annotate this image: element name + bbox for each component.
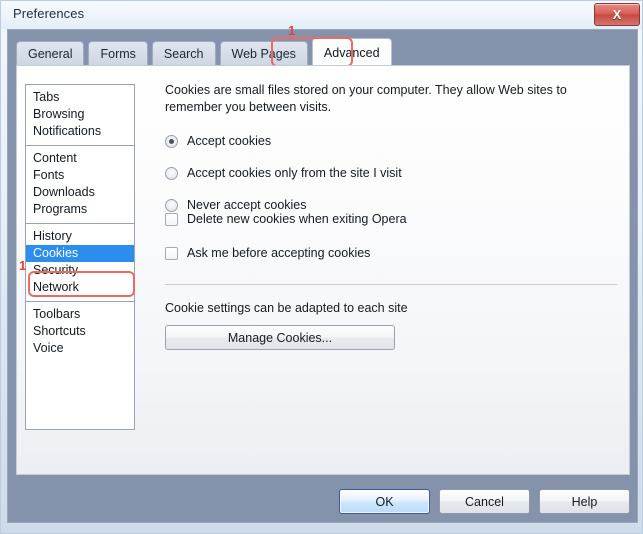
sidebar-item-security[interactable]: Security [26,262,134,279]
sidebar-group-4: Toolbars Shortcuts Voice [26,301,134,362]
cookies-settings-pane: Cookies are small files stored on your c… [165,82,617,116]
radio-accept-cookies-icon[interactable] [165,135,178,148]
window-title: Preferences [13,6,84,21]
sidebar-item-shortcuts[interactable]: Shortcuts [26,323,134,340]
cancel-button[interactable]: Cancel [439,489,530,514]
cookie-options-checkbox-group: Delete new cookies when exiting Opera As… [165,210,407,278]
radio-row-accept-cookies-site-only[interactable]: Accept cookies only from the site I visi… [165,164,402,182]
radio-accept-cookies-site-only-label: Accept cookies only from the site I visi… [187,166,402,180]
sidebar-item-programs[interactable]: Programs [26,201,134,218]
tab-forms[interactable]: Forms [88,41,147,66]
close-icon[interactable]: X [594,3,640,26]
sidebar-group-2: Content Fonts Downloads Programs [26,145,134,223]
sidebar-item-tabs[interactable]: Tabs [26,89,134,106]
sidebar-item-voice[interactable]: Voice [26,340,134,357]
per-site-settings-description: Cookie settings can be adapted to each s… [165,301,408,315]
radio-accept-cookies-label: Accept cookies [187,134,271,148]
help-button[interactable]: Help [539,489,630,514]
checkbox-row-ask-before-accepting[interactable]: Ask me before accepting cookies [165,244,407,262]
tab-search[interactable]: Search [152,41,216,66]
sidebar-item-fonts[interactable]: Fonts [26,167,134,184]
dialog-inner: General Forms Search Web Pages Advanced … [8,30,637,522]
cookies-description: Cookies are small files stored on your c… [165,82,615,116]
radio-row-accept-cookies[interactable]: Accept cookies [165,132,402,150]
tab-advanced[interactable]: Advanced [312,38,392,66]
close-glyph: X [613,8,622,21]
tab-general[interactable]: General [16,41,84,66]
checkbox-row-delete-on-exit[interactable]: Delete new cookies when exiting Opera [165,210,407,228]
sidebar-item-content[interactable]: Content [26,150,134,167]
dialog-body: General Forms Search Web Pages Advanced … [7,29,638,523]
settings-sidebar[interactable]: Tabs Browsing Notifications Content Font… [25,84,135,430]
sidebar-item-history[interactable]: History [26,228,134,245]
checkbox-ask-before-accepting-icon[interactable] [165,247,178,260]
manage-cookies-button[interactable]: Manage Cookies... [165,325,395,350]
radio-accept-cookies-site-only-icon[interactable] [165,167,178,180]
checkbox-ask-before-accepting-label: Ask me before accepting cookies [187,246,370,260]
checkbox-delete-on-exit-icon[interactable] [165,213,178,226]
sidebar-group-3: History Cookies Security Network [26,223,134,301]
sidebar-group-1: Tabs Browsing Notifications [26,85,134,145]
sidebar-item-toolbars[interactable]: Toolbars [26,306,134,323]
sidebar-item-network[interactable]: Network [26,279,134,296]
tab-web-pages[interactable]: Web Pages [220,41,308,66]
preferences-dialog-window: Preferences X General Forms Search Web P… [0,0,643,534]
tab-strip: General Forms Search Web Pages Advanced [16,38,396,66]
section-divider [165,284,617,285]
ok-button[interactable]: OK [339,489,430,514]
sidebar-item-notifications[interactable]: Notifications [26,123,134,140]
sidebar-item-cookies[interactable]: Cookies [26,245,134,262]
title-bar: Preferences X [1,1,643,29]
checkbox-delete-on-exit-label: Delete new cookies when exiting Opera [187,212,407,226]
sidebar-item-browsing[interactable]: Browsing [26,106,134,123]
sidebar-item-downloads[interactable]: Downloads [26,184,134,201]
dialog-footer: OK Cancel Help [8,482,639,524]
